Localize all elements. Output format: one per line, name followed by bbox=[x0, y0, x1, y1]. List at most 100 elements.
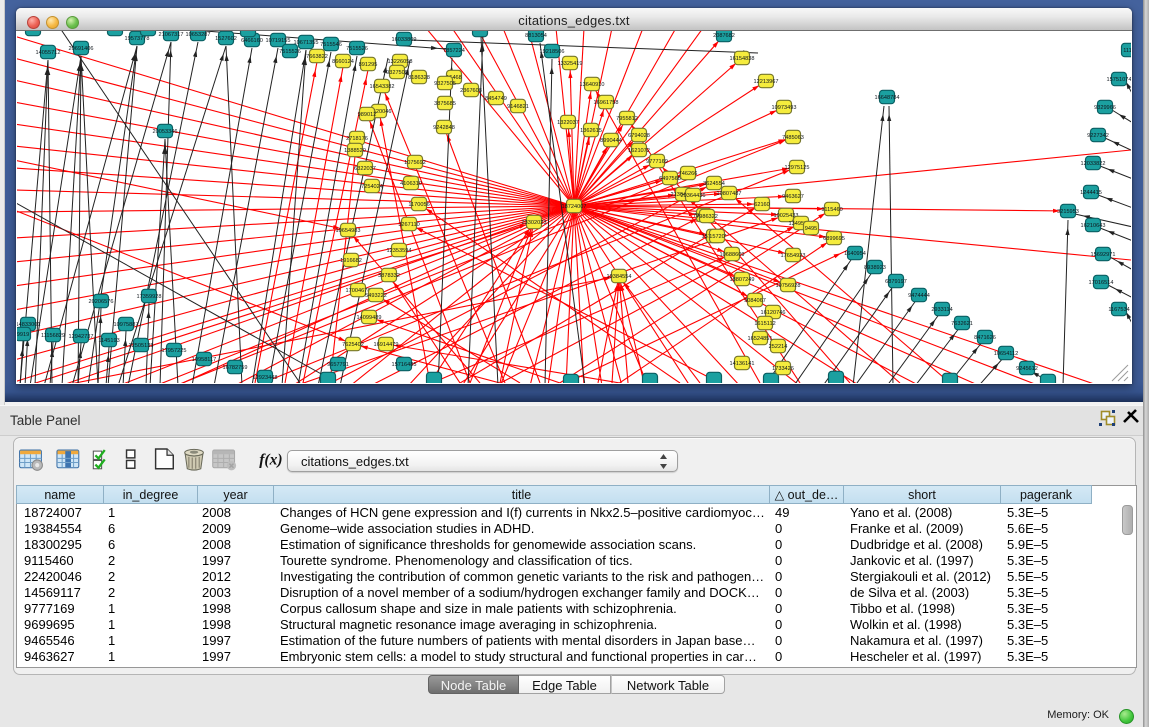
svg-text:15720: 15720 bbox=[709, 234, 725, 240]
svg-text:12505135: 12505135 bbox=[129, 343, 154, 349]
svg-text:1916682: 1916682 bbox=[340, 258, 362, 264]
svg-text:16782759: 16782759 bbox=[223, 365, 248, 371]
svg-text:16543382: 16543382 bbox=[370, 84, 395, 90]
svg-text:2087682: 2087682 bbox=[713, 33, 735, 39]
svg-text:746266: 746266 bbox=[679, 171, 698, 177]
svg-text:18807249: 18807249 bbox=[730, 277, 755, 283]
svg-text:14136141: 14136141 bbox=[730, 361, 755, 367]
svg-text:9329966: 9329966 bbox=[1094, 105, 1116, 111]
svg-text:6322037: 6322037 bbox=[354, 166, 376, 172]
svg-text:9777169: 9777169 bbox=[646, 159, 668, 165]
svg-text:1388520: 1388520 bbox=[344, 148, 366, 154]
svg-text:12942737: 12942737 bbox=[69, 334, 94, 340]
svg-text:1621072: 1621072 bbox=[628, 148, 650, 154]
svg-text:17359928: 17359928 bbox=[137, 294, 162, 300]
svg-text:6879197: 6879197 bbox=[885, 279, 907, 285]
svg-text:6497568: 6497568 bbox=[659, 176, 681, 182]
svg-text:21067317: 21067317 bbox=[159, 32, 184, 38]
svg-text:7515546: 7515546 bbox=[320, 42, 342, 48]
svg-text:8813054: 8813054 bbox=[525, 33, 547, 39]
svg-text:9327505: 9327505 bbox=[434, 81, 456, 87]
svg-text:3267110: 3267110 bbox=[398, 222, 419, 228]
svg-text:891295: 891295 bbox=[359, 62, 378, 68]
svg-text:1075692: 1075692 bbox=[404, 160, 426, 166]
svg-text:252214: 252214 bbox=[769, 344, 788, 350]
svg-text:7515526: 7515526 bbox=[346, 46, 368, 52]
svg-text:14055712: 14055712 bbox=[36, 50, 61, 56]
svg-text:8471626: 8471626 bbox=[974, 335, 996, 341]
svg-text:11156829: 11156829 bbox=[41, 333, 65, 339]
svg-text:10653287: 10653287 bbox=[186, 32, 211, 38]
svg-text:12353594: 12353594 bbox=[387, 248, 412, 254]
svg-text:10654983: 10654983 bbox=[336, 228, 361, 234]
svg-text:62160: 62160 bbox=[754, 202, 770, 208]
svg-text:4106310: 4106310 bbox=[400, 181, 422, 187]
svg-text:20364436: 20364436 bbox=[681, 193, 706, 199]
svg-text:7632621: 7632621 bbox=[951, 321, 973, 327]
svg-text:10807487: 10807487 bbox=[717, 191, 742, 197]
svg-text:15692971: 15692971 bbox=[1091, 252, 1116, 258]
svg-text:9084067: 9084067 bbox=[744, 298, 766, 304]
svg-text:8938923: 8938923 bbox=[864, 265, 886, 271]
svg-text:20053346: 20053346 bbox=[153, 129, 178, 135]
svg-text:1733426: 1733426 bbox=[772, 366, 794, 372]
svg-text:9657791: 9657791 bbox=[327, 362, 349, 368]
svg-text:15751074: 15751074 bbox=[1107, 77, 1131, 83]
svg-text:9495: 9495 bbox=[805, 226, 817, 232]
svg-text:10688609: 10688609 bbox=[720, 252, 745, 258]
svg-text:9227342: 9227342 bbox=[1087, 133, 1109, 139]
svg-text:1615112: 1615112 bbox=[754, 321, 775, 327]
svg-text:8186328: 8186328 bbox=[408, 75, 430, 81]
svg-text:1167534: 1167534 bbox=[1108, 307, 1129, 313]
svg-text:12033822: 12033822 bbox=[1081, 161, 1106, 167]
svg-text:23302023: 23302023 bbox=[522, 220, 547, 226]
svg-text:12923448: 12923448 bbox=[253, 375, 278, 381]
svg-text:17957225: 17957225 bbox=[162, 348, 187, 354]
svg-text:9474444: 9474444 bbox=[908, 293, 930, 299]
svg-text:16524851: 16524851 bbox=[748, 336, 773, 342]
svg-text:10719155: 10719155 bbox=[266, 38, 291, 44]
svg-text:20206576: 20206576 bbox=[89, 299, 114, 305]
svg-text:7955812: 7955812 bbox=[616, 116, 638, 122]
svg-text:3215953: 3215953 bbox=[1057, 209, 1079, 215]
svg-text:2933114: 2933114 bbox=[931, 307, 952, 313]
svg-text:3624554: 3624554 bbox=[703, 181, 725, 187]
svg-text:3875685: 3875685 bbox=[434, 101, 456, 107]
svg-text:9115460: 9115460 bbox=[821, 207, 842, 213]
svg-text:12975125: 12975125 bbox=[785, 165, 810, 171]
svg-text:16210643: 16210643 bbox=[1081, 223, 1106, 229]
svg-text:2718176: 2718176 bbox=[346, 136, 368, 142]
svg-text:19384554: 19384554 bbox=[607, 274, 632, 280]
svg-text:1527602: 1527602 bbox=[215, 36, 237, 42]
svg-text:7857224: 7857224 bbox=[443, 48, 465, 54]
svg-text:6466160: 6466160 bbox=[241, 38, 263, 44]
svg-text:7663822: 7663822 bbox=[306, 54, 328, 60]
svg-text:16648784: 16648784 bbox=[875, 95, 900, 101]
svg-text:13640910: 13640910 bbox=[580, 82, 605, 88]
svg-text:9242848: 9242848 bbox=[433, 125, 455, 131]
svg-text:9245612: 9245612 bbox=[1016, 366, 1038, 372]
svg-text:f(x): f(x) bbox=[259, 452, 282, 469]
svg-text:1322037: 1322037 bbox=[557, 120, 579, 126]
svg-text:20691406: 20691406 bbox=[69, 46, 94, 52]
svg-text:10975887: 10975887 bbox=[114, 322, 139, 328]
svg-text:19218506: 19218506 bbox=[540, 49, 565, 55]
svg-text:19756928: 19756928 bbox=[776, 283, 801, 289]
svg-text:10654112: 10654112 bbox=[994, 351, 1018, 357]
svg-text:1244415: 1244415 bbox=[1080, 190, 1102, 196]
svg-text:7254024: 7254024 bbox=[361, 184, 383, 190]
svg-text:1145193: 1145193 bbox=[98, 338, 119, 344]
svg-text:15716485: 15716485 bbox=[392, 362, 417, 368]
svg-text:17654923: 17654923 bbox=[781, 253, 806, 259]
svg-text:12213967: 12213967 bbox=[754, 79, 779, 85]
svg-text:3878332: 3878332 bbox=[378, 273, 400, 279]
svg-text:7515526: 7515526 bbox=[279, 49, 301, 55]
svg-text:16961758: 16961758 bbox=[594, 100, 619, 106]
svg-text:8454749: 8454749 bbox=[485, 96, 507, 102]
svg-text:6794028: 6794028 bbox=[628, 133, 650, 139]
svg-text:9327509: 9327509 bbox=[386, 70, 408, 76]
svg-text:13325419: 13325419 bbox=[558, 61, 583, 67]
svg-text:8660124: 8660124 bbox=[332, 59, 354, 65]
svg-text:9146821: 9146821 bbox=[507, 104, 529, 110]
svg-text:7625402: 7625402 bbox=[342, 342, 364, 348]
